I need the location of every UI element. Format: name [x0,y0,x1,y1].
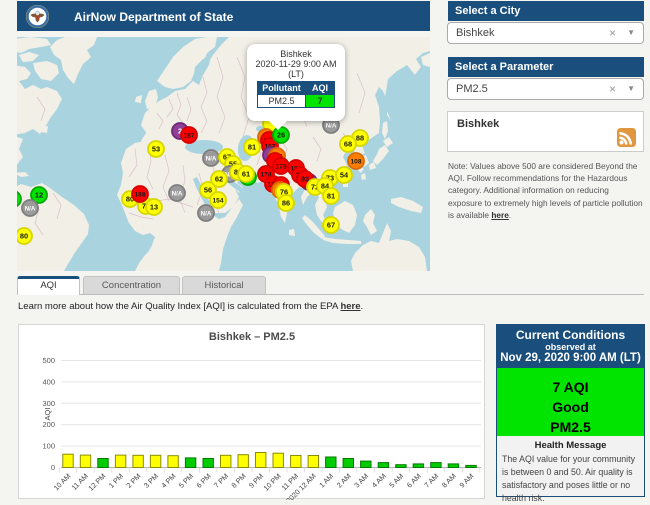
svg-text:6 AM: 6 AM [405,472,423,490]
svg-text:13: 13 [150,202,158,211]
svg-text:10 PM: 10 PM [262,472,283,493]
svg-text:3 AM: 3 AM [352,472,370,490]
svg-text:53: 53 [152,144,160,153]
svg-text:80: 80 [20,231,28,240]
svg-text:2 PM: 2 PM [124,472,142,490]
svg-text:5 AM: 5 AM [387,472,405,490]
svg-text:300: 300 [42,399,55,408]
svg-text:4 AM: 4 AM [370,472,388,490]
svg-text:7 AM: 7 AM [422,472,440,490]
svg-text:500: 500 [42,356,55,365]
svg-text:56: 56 [204,185,212,194]
svg-text:AQI: AQI [43,408,52,421]
svg-text:81: 81 [248,142,256,151]
svg-text:2 AM: 2 AM [335,472,353,490]
svg-text:N/A: N/A [201,210,212,217]
svg-text:188: 188 [134,191,145,198]
svg-text:67: 67 [327,220,335,229]
svg-text:N/A: N/A [326,122,337,129]
svg-text:1 PM: 1 PM [107,472,125,490]
svg-text:400: 400 [42,377,55,386]
svg-text:12 PM: 12 PM [86,472,107,493]
svg-text:N/A: N/A [206,155,217,162]
svg-text:8 AM: 8 AM [440,472,458,490]
svg-text:62: 62 [215,174,223,183]
svg-text:6 PM: 6 PM [194,472,212,490]
svg-text:61: 61 [242,169,250,178]
svg-text:200: 200 [42,420,55,429]
svg-text:100: 100 [42,442,55,451]
svg-text:68: 68 [344,139,352,148]
svg-text:9 AM: 9 AM [457,472,475,490]
svg-text:10 AM: 10 AM [52,472,73,493]
svg-text:26: 26 [277,130,285,139]
svg-text:7 PM: 7 PM [212,472,230,490]
svg-text:Bishkek – PM2.5: Bishkek – PM2.5 [209,331,295,343]
svg-text:1 AM: 1 AM [317,472,335,490]
svg-text:86: 86 [282,198,290,207]
svg-text:0: 0 [51,463,55,472]
svg-text:187: 187 [183,132,194,139]
svg-text:4 PM: 4 PM [159,472,177,490]
svg-text:12: 12 [35,190,43,199]
svg-text:154: 154 [212,197,223,204]
svg-text:54: 54 [340,170,349,179]
svg-text:108: 108 [350,158,361,165]
svg-text:8 PM: 8 PM [229,472,247,490]
svg-text:81: 81 [327,191,335,200]
svg-text:178: 178 [275,163,286,170]
svg-text:88: 88 [356,133,364,142]
svg-text:3 PM: 3 PM [142,472,160,490]
svg-text:N/A: N/A [25,205,36,212]
svg-text:N/A: N/A [172,190,183,197]
svg-text:5 PM: 5 PM [177,472,195,490]
svg-text:11 AM: 11 AM [70,472,90,492]
